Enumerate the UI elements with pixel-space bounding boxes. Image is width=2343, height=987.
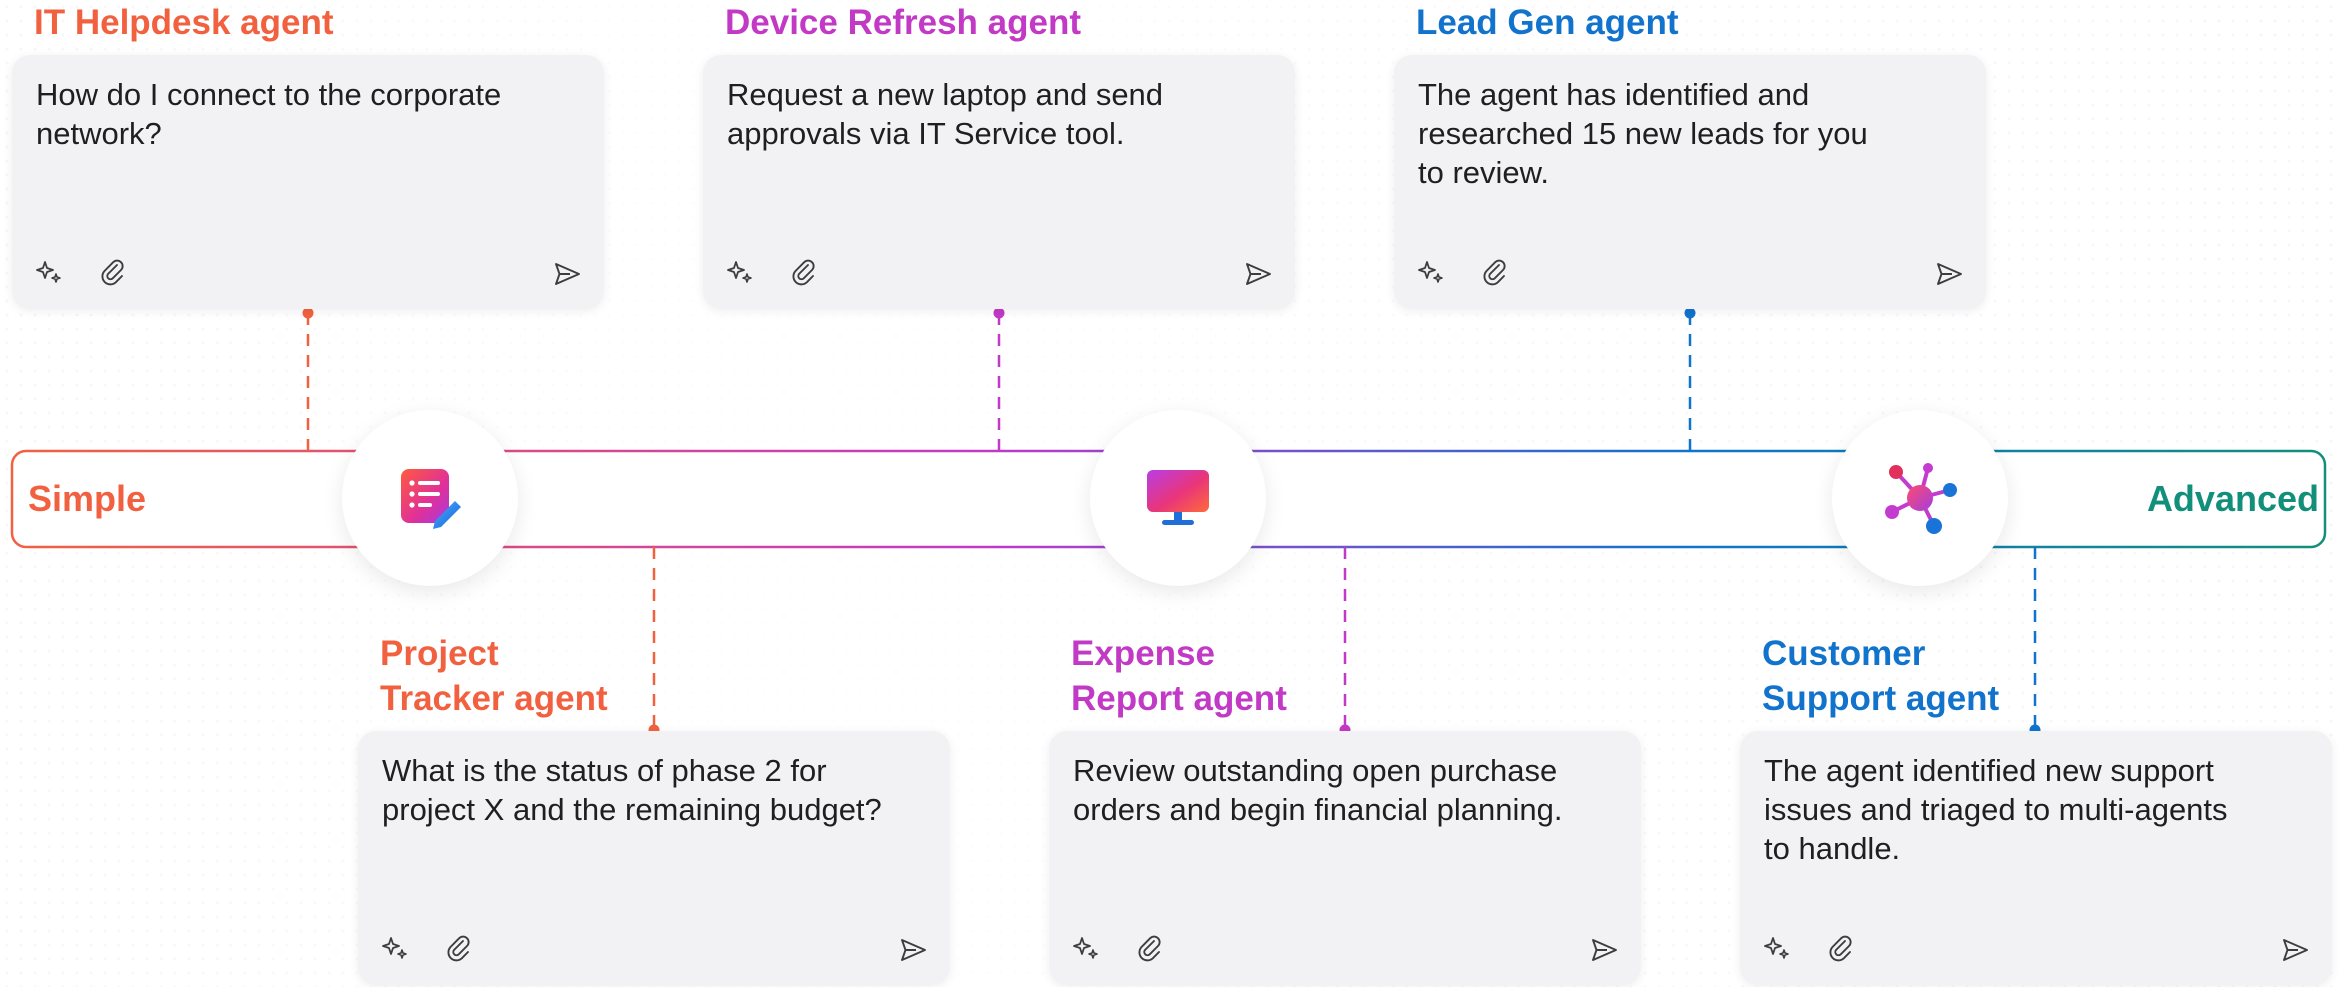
prompt-card-lead-gen[interactable]: The agent has identified and researched … [1394,55,1986,309]
network-hub-icon [1885,463,1957,534]
prompt-card-it-helpdesk[interactable]: How do I connect to the corporate networ… [12,55,604,309]
connector-it-helpdesk [302,307,314,451]
connector-lead-gen [1684,307,1696,451]
connector-device-refresh [993,307,1005,451]
agent-title-lead-gen: Lead Gen agent [1416,3,1679,42]
prompt-card-project-tracker[interactable]: What is the status of phase 2 for projec… [358,731,950,985]
agent-title-customer-support: Customer Support agent [1762,634,2000,718]
paperclip-icon[interactable] [444,933,474,963]
paperclip-icon[interactable] [1826,933,1856,963]
prompt-text: What is the status of phase 2 for projec… [382,753,882,827]
prompt-text: How do I connect to the corporate networ… [36,77,502,151]
prompt-text: Review outstanding open purchase orders … [1073,753,1563,827]
connector-expense-report [1339,547,1351,736]
track-start-label: Simple [28,478,147,519]
paperclip-icon[interactable] [98,257,128,287]
connector-customer-support [2029,547,2041,736]
stage-node-intermediate [1090,410,1266,586]
checklist-edit-icon [401,469,461,529]
paperclip-icon[interactable] [789,257,819,287]
prompt-text: The agent identified new support issues … [1764,753,2228,866]
prompt-text: Request a new laptop and send approvals … [727,77,1164,151]
sparkle-icon[interactable] [1416,257,1446,287]
sparkle-icon[interactable] [1071,933,1101,963]
sparkle-icon[interactable] [34,257,64,287]
sparkle-icon[interactable] [725,257,755,287]
stage-node-advanced [1832,410,2008,586]
agent-title-project-tracker: Project Tracker agent [380,634,608,718]
agent-title-device-refresh: Device Refresh agent [725,3,1081,42]
agent-title-it-helpdesk: IT Helpdesk agent [34,3,334,42]
stage-node-simple [342,410,518,586]
prompt-card-customer-support[interactable]: The agent identified new support issues … [1740,731,2332,985]
sparkle-icon[interactable] [380,933,410,963]
agent-title-expense-report: Expense Report agent [1071,634,1287,718]
sparkle-icon[interactable] [1762,933,1792,963]
send-icon[interactable] [1934,259,1964,289]
track-end-label: Advanced [2146,478,2319,519]
prompt-text: The agent has identified and researched … [1418,77,1868,190]
connector-project-tracker [648,547,660,736]
send-icon[interactable] [552,259,582,289]
send-icon[interactable] [1589,935,1619,965]
send-icon[interactable] [1243,259,1273,289]
monitor-icon [1147,470,1209,525]
paperclip-icon[interactable] [1135,933,1165,963]
prompt-card-expense-report[interactable]: Review outstanding open purchase orders … [1049,731,1641,985]
send-icon[interactable] [2280,935,2310,965]
paperclip-icon[interactable] [1480,257,1510,287]
send-icon[interactable] [898,935,928,965]
prompt-card-device-refresh[interactable]: Request a new laptop and send approvals … [703,55,1295,309]
